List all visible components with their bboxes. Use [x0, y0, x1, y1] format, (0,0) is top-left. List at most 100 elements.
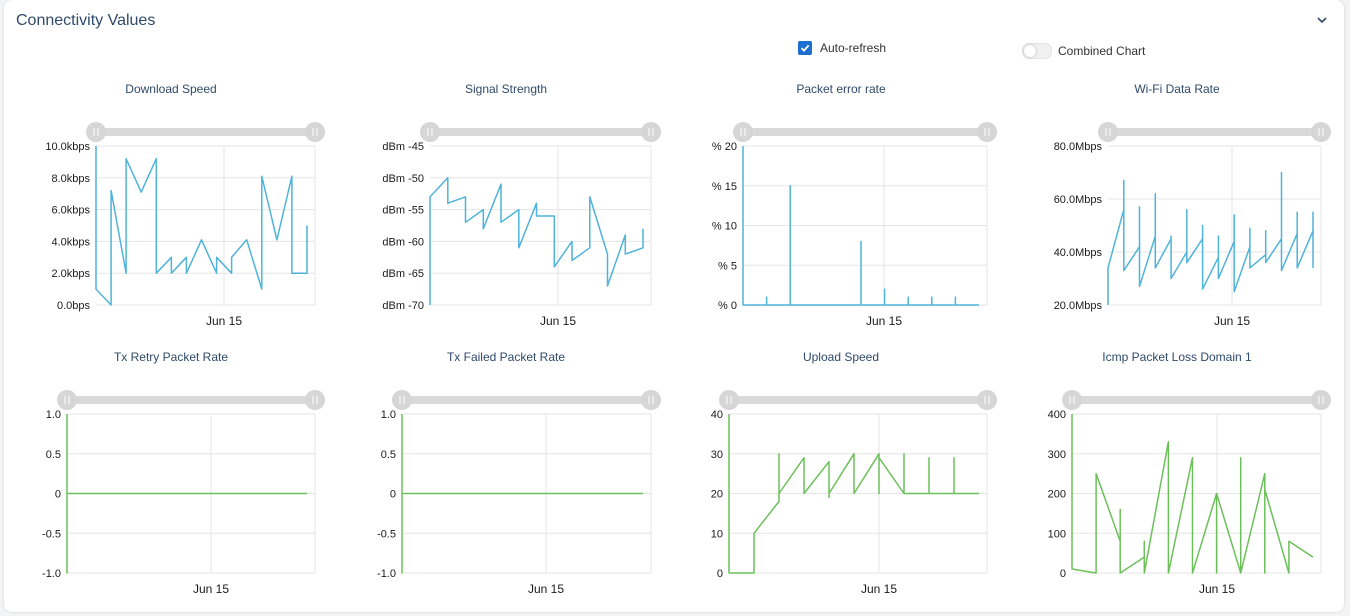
chart-7: Upload Speed 0 10 20 30 40 Jun 15 [711, 350, 997, 596]
slider-handle-icon[interactable] [57, 390, 77, 410]
y-tick-label: dBm -55 [382, 205, 424, 217]
y-tick-label: dBm -45 [382, 141, 424, 153]
range-slider[interactable] [392, 390, 661, 410]
y-tick-label: 300 [1048, 449, 1066, 461]
y-tick-label: dBm -60 [382, 236, 424, 248]
y-tick-label: 0 [55, 489, 61, 501]
y-tick-label: 0 [1060, 568, 1066, 580]
x-tick-label: Jun 15 [193, 582, 229, 596]
slider-track[interactable] [729, 396, 987, 404]
x-tick-label: Jun 15 [861, 582, 897, 596]
slider-handle-icon[interactable] [305, 390, 325, 410]
slider-handle-icon[interactable] [305, 122, 325, 142]
range-slider[interactable] [86, 122, 325, 142]
y-tick-label: 40.0Mbps [1054, 247, 1103, 259]
y-tick-label: 10.0kbps [45, 141, 90, 153]
y-tick-label: 8.0kbps [51, 173, 90, 185]
y-tick-label: 100 [1048, 528, 1066, 540]
slider-handle-icon[interactable] [86, 122, 106, 142]
y-tick-label: 1.0 [381, 409, 396, 421]
chart-1: Download Speed 0.0bps 2.0kbps 4.0kbps 6.0kbp… [45, 82, 325, 328]
chart-4: Wi-Fi Data Rate 20.0Mbps 40.0Mbps 60.0Mbps 8… [1054, 82, 1331, 328]
y-tick-label: % 15 [712, 181, 737, 193]
slider-handle-icon[interactable] [977, 390, 997, 410]
x-tick-label: Jun 15 [866, 314, 902, 328]
slider-handle-icon[interactable] [1311, 390, 1331, 410]
chart-title: Signal Strength [465, 82, 547, 96]
chart-2: Signal Strength dBm -70 dBm -65 dBm -60 dBm … [382, 82, 661, 328]
charts-svg: Download Speed 0.0bps 2.0kbps 4.0kbps 6.0kbp… [42, 82, 1331, 596]
y-tick-label: 200 [1048, 489, 1066, 501]
y-tick-label: -1.0 [377, 568, 396, 580]
slider-handle-icon[interactable] [641, 390, 661, 410]
chart-title: Download Speed [125, 82, 216, 96]
chart-8: Icmp Packet Loss Domain 1 0 100 200 300 400 Ju… [1048, 350, 1331, 596]
y-tick-label: 10 [711, 528, 723, 540]
y-tick-label: -0.5 [42, 528, 61, 540]
y-tick-label: 0.5 [46, 449, 61, 461]
y-tick-label: 2.0kbps [51, 268, 90, 280]
range-slider[interactable] [1098, 122, 1331, 142]
chart-title: Packet error rate [796, 82, 886, 96]
y-tick-label: % 10 [712, 221, 737, 233]
y-tick-label: 0 [717, 568, 723, 580]
y-tick-label: 80.0Mbps [1054, 141, 1103, 153]
range-slider[interactable] [1062, 390, 1331, 410]
y-tick-label: % 0 [718, 300, 737, 312]
range-slider[interactable] [719, 390, 997, 410]
series-line [95, 146, 308, 306]
slider-track[interactable] [1072, 396, 1321, 404]
y-tick-label: 400 [1048, 409, 1066, 421]
series-line [401, 414, 643, 574]
y-tick-label: dBm -70 [382, 300, 424, 312]
slider-handle-icon[interactable] [1098, 122, 1118, 142]
y-tick-label: 1.0 [46, 409, 61, 421]
y-tick-label: 20.0Mbps [1054, 300, 1103, 312]
x-tick-label: Jun 15 [206, 314, 242, 328]
y-tick-label: 0 [390, 489, 396, 501]
chart-title: Upload Speed [803, 350, 879, 364]
slider-handle-icon[interactable] [420, 122, 440, 142]
y-tick-label: 4.0kbps [51, 236, 90, 248]
chart-title: Wi-Fi Data Rate [1134, 82, 1220, 96]
y-tick-label: 0.0bps [57, 300, 91, 312]
range-slider[interactable] [420, 122, 661, 142]
slider-handle-icon[interactable] [733, 122, 753, 142]
y-tick-label: -1.0 [42, 568, 61, 580]
y-tick-label: dBm -50 [382, 173, 424, 185]
slider-track[interactable] [402, 396, 651, 404]
y-tick-label: 20 [711, 489, 723, 501]
y-tick-label: 30 [711, 449, 723, 461]
y-tick-label: % 20 [712, 141, 737, 153]
range-slider[interactable] [733, 122, 997, 142]
x-tick-label: Jun 15 [540, 314, 576, 328]
slider-handle-icon[interactable] [392, 390, 412, 410]
y-tick-label: 40 [711, 409, 723, 421]
slider-track[interactable] [743, 128, 987, 136]
slider-track[interactable] [1108, 128, 1321, 136]
slider-handle-icon[interactable] [641, 122, 661, 142]
y-tick-label: 60.0Mbps [1054, 194, 1103, 206]
y-tick-label: 6.0kbps [51, 205, 90, 217]
y-tick-label: 0.5 [381, 449, 396, 461]
chart-title: Tx Retry Packet Rate [114, 350, 228, 364]
x-tick-label: Jun 15 [1214, 314, 1250, 328]
slider-handle-icon[interactable] [1062, 390, 1082, 410]
slider-handle-icon[interactable] [719, 390, 739, 410]
chart-title: Tx Failed Packet Rate [447, 350, 565, 364]
y-tick-label: % 5 [718, 260, 737, 272]
range-slider[interactable] [57, 390, 325, 410]
y-tick-label: -0.5 [377, 528, 396, 540]
chart-6: Tx Failed Packet Rate -1.0 -0.5 0 0.5 1.0 Jun … [377, 350, 661, 596]
slider-handle-icon[interactable] [1311, 122, 1331, 142]
slider-handle-icon[interactable] [977, 122, 997, 142]
slider-track[interactable] [67, 396, 315, 404]
series-line [1107, 171, 1314, 305]
chart-3: Packet error rate % 0 % 5 % 10 % 15 % 20 Jun 1… [712, 82, 997, 328]
chart-5: Tx Retry Packet Rate -1.0 -0.5 0 0.5 1.0 Jun 1… [42, 350, 325, 596]
slider-track[interactable] [96, 128, 315, 136]
series-line [66, 414, 307, 574]
x-tick-label: Jun 15 [1199, 582, 1235, 596]
slider-track[interactable] [430, 128, 651, 136]
chart-title: Icmp Packet Loss Domain 1 [1102, 350, 1252, 364]
